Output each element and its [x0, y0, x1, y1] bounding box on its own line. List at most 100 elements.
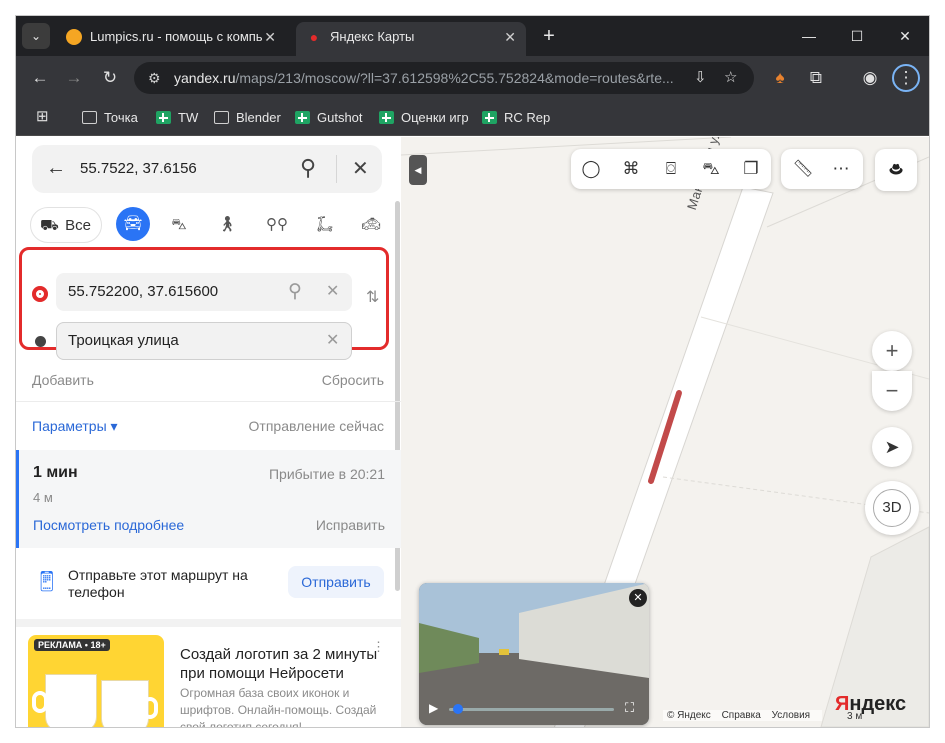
apps-grid-icon[interactable]: ⊞ [36, 109, 52, 125]
browser-menu-icon[interactable]: ⋮ [892, 64, 920, 92]
send-button[interactable]: Отправить [288, 566, 384, 598]
ad-image[interactable]: РЕКЛАМА • 18+ [28, 635, 164, 727]
mode-all-button[interactable]: ⛟ Все [30, 207, 102, 243]
help-link[interactable]: Справка [722, 710, 761, 721]
map-book-icon[interactable]: ⌘ [619, 157, 643, 181]
route-panel: ← 55.7522, 37.6156 ⚲ ✕ ⛟ Все 🚘︎ ⛍ 🚶︎ ⚲⚲ 🛴… [16, 137, 401, 727]
page-content: ← 55.7522, 37.6156 ⚲ ✕ ⛟ Все 🚘︎ ⛍ 🚶︎ ⚲⚲ 🛴… [16, 137, 929, 727]
close-icon[interactable]: ✕ [352, 156, 369, 181]
close-tab-icon[interactable]: ✕ [504, 22, 516, 52]
fullscreen-icon[interactable]: ⛶ [625, 700, 634, 716]
back-arrow-icon[interactable]: ← [46, 157, 66, 180]
close-tab-icon[interactable]: ✕ [264, 22, 276, 52]
bicycle-icon: ⚲⚲ [266, 216, 288, 233]
panorama-camera-icon[interactable]: ⌼ [659, 157, 683, 181]
terms-link[interactable]: Условия [772, 710, 811, 721]
close-window-button[interactable]: ✕ [890, 24, 920, 48]
search-icon[interactable]: ⚲ [300, 155, 316, 181]
clear-icon[interactable]: ✕ [326, 322, 339, 360]
bookmark-item[interactable]: Gutshot [295, 107, 363, 129]
profile-avatar-icon[interactable]: ◉ [858, 66, 882, 90]
user-avatar[interactable]: 🎩︎ [875, 149, 917, 191]
search-input[interactable]: 55.7522, 37.6156 [80, 160, 197, 177]
mode-scooter-button[interactable]: 🛴︎ [308, 207, 342, 243]
ad-block[interactable]: РЕКЛАМА • 18+ Создай логотип за 2 минуты… [16, 619, 401, 727]
sheet-icon [482, 111, 497, 124]
layers-toolbar: ◯ ⌘ ⌼ ⛍ ❐ [571, 149, 771, 189]
back-arrow-icon[interactable]: ← [28, 66, 52, 90]
url-host: yandex.ru [174, 70, 236, 86]
mode-transit-button[interactable]: ⛍ [162, 207, 196, 243]
bookmark-item[interactable]: TW [156, 107, 198, 129]
extensions-puzzle-icon[interactable]: ⧉ [804, 66, 828, 90]
close-icon[interactable]: ✕ [629, 589, 647, 607]
collapse-panel-button[interactable]: ◀ [409, 155, 427, 185]
map-layers-icon[interactable]: ❐ [739, 157, 763, 181]
routes-layer-icon[interactable]: ◯ [579, 157, 603, 181]
view-3d-button[interactable]: 3D [865, 481, 919, 535]
bookmark-item[interactable]: RC Rep [482, 107, 550, 129]
add-point-link[interactable]: Добавить [32, 368, 94, 392]
map-attribution: © Яндекс Справка Условия [663, 710, 823, 721]
timeline-knob[interactable] [453, 704, 463, 714]
browser-window: ⌄ Lumpics.ru - помощь с компь ✕ ● Яндекс… [16, 16, 929, 727]
departure-time[interactable]: Отправление сейчас [249, 414, 384, 438]
mug-image [32, 675, 96, 727]
play-icon[interactable]: ▶ [429, 701, 438, 715]
metamask-extension-icon[interactable]: ♠ [768, 66, 792, 90]
bookmark-item[interactable]: Blender [214, 107, 281, 129]
browser-toolbar: ← → ↻ ⚙ yandex.ru/maps/213/moscow/?ll=37… [16, 56, 929, 100]
tab-yandex-maps[interactable]: ● Яндекс Карты ✕ [296, 22, 526, 56]
more-options-icon[interactable]: ⋮ [372, 639, 385, 655]
car-icon: 🚘︎ [123, 215, 143, 232]
tab-lumpics[interactable]: Lumpics.ru - помощь с компь ✕ [56, 22, 286, 56]
taxi-icon: 🚕︎ [361, 216, 381, 233]
search-icon[interactable]: ⚲ [288, 273, 302, 311]
details-link[interactable]: Посмотреть подробнее [33, 517, 184, 533]
send-to-phone: 📱︎ Отправьте этот маршрут на телефон Отп… [16, 549, 401, 619]
map-scale: 3 м [847, 711, 863, 722]
locate-me-icon[interactable]: ➤ [872, 427, 912, 467]
bookmark-item[interactable]: Точка [82, 107, 138, 129]
street-panorama-preview[interactable]: ✕ ▶ ⛶ [419, 583, 649, 725]
mode-walk-button[interactable]: 🚶︎ [210, 207, 244, 243]
ad-badge: РЕКЛАМА • 18+ [34, 639, 110, 651]
reload-icon[interactable]: ↻ [98, 66, 122, 90]
fix-link[interactable]: Исправить [316, 517, 385, 533]
copyright-link[interactable]: © Яндекс [667, 710, 711, 721]
route-to-field[interactable]: Троицкая улица ✕ [56, 322, 352, 360]
clear-icon[interactable]: ✕ [326, 273, 339, 311]
mode-taxi-button[interactable]: 🚕︎ [354, 207, 388, 243]
bookmarks-bar: ⊞ Точка TW Blender Gutshot Оценки игр RC… [16, 100, 929, 136]
transport-modes: ⛟ Все 🚘︎ ⛍ 🚶︎ ⚲⚲ 🛴︎ 🚕︎ [30, 207, 386, 243]
bookmark-star-icon[interactable]: ☆ [724, 62, 737, 94]
transit-bus-icon[interactable]: ⛍ [699, 157, 723, 181]
ruler-icon[interactable]: 📏︎ [791, 157, 815, 181]
route-from-field[interactable]: 55.752200, 37.615600 ⚲ ✕ [56, 273, 352, 311]
folder-icon [214, 111, 229, 124]
more-icon[interactable]: ⋯ [829, 157, 853, 181]
panorama-timeline[interactable] [449, 708, 614, 711]
map-canvas[interactable]: Манежная ул. ◀ ◯ ⌘ ⌼ ⛍ ❐ 📏︎ ⋯ 🎩︎ + − ➤ 3… [401, 137, 929, 727]
minimize-button[interactable]: — [794, 24, 824, 48]
search-box[interactable]: ← 55.7522, 37.6156 ⚲ ✕ [32, 145, 382, 193]
bookmark-item[interactable]: Оценки игр [379, 107, 469, 129]
reset-link[interactable]: Сбросить [322, 368, 384, 392]
route-from-value: 55.752200, 37.615600 [68, 283, 219, 300]
mode-car-button[interactable]: 🚘︎ [116, 207, 150, 241]
install-app-icon[interactable]: ⇩ [694, 62, 707, 94]
maximize-button[interactable]: ☐ [842, 24, 872, 48]
tab-search-button[interactable]: ⌄ [22, 23, 50, 49]
route-card[interactable]: 1 мин Прибытие в 20:21 4 м Посмотреть по… [16, 450, 401, 548]
zoom-out-button[interactable]: − [872, 371, 912, 411]
swap-points-icon[interactable]: ⇅ [366, 287, 379, 307]
parameters-dropdown[interactable]: Параметры ▾ [32, 414, 118, 438]
site-info-icon[interactable]: ⚙ [148, 62, 161, 94]
new-tab-button[interactable]: + [536, 24, 562, 50]
zoom-in-button[interactable]: + [872, 331, 912, 371]
forward-arrow-icon[interactable]: → [62, 66, 86, 90]
address-bar[interactable]: ⚙ yandex.ru/maps/213/moscow/?ll=37.61259… [134, 62, 754, 94]
mode-bike-button[interactable]: ⚲⚲ [260, 207, 294, 243]
ad-title[interactable]: Создай логотип за 2 минуты при помощи Не… [180, 645, 390, 683]
sheet-icon [379, 111, 394, 124]
